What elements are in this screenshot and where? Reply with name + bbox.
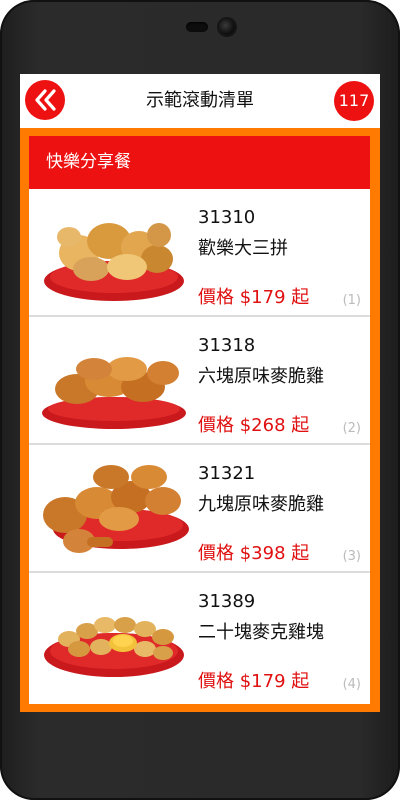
app-bar: 示範滾動清單 117 [20,74,380,128]
speaker-grille [186,22,208,32]
app-screen: 示範滾動清單 117 快樂分享餐 31310 歡樂大三拼 價格 $179 起 (… [20,74,380,712]
list-item[interactable]: 31389 二十塊麥克雞塊 價格 $179 起 (4) [29,573,370,699]
list-item[interactable]: 31321 九塊原味麥脆雞 價格 $398 起 (3) [29,445,370,573]
six-pieces-fried-chicken-image [42,357,186,429]
list-item[interactable]: 31318 六塊原味麥脆雞 價格 $268 起 (2) [29,317,370,445]
item-price: 價格 $179 起 [198,671,310,692]
item-index: (2) [342,421,361,436]
phone-chin [0,712,400,800]
twenty-chicken-nuggets-image [44,617,184,677]
back-button[interactable] [25,80,65,120]
item-code: 31389 [198,591,256,612]
item-index: (3) [342,549,361,564]
front-camera [219,19,235,35]
item-code: 31321 [198,463,256,484]
item-name: 九塊原味麥脆雞 [198,494,324,515]
item-code: 31318 [198,335,256,356]
fried-chicken-platter-image [44,223,184,301]
item-name: 六塊原味麥脆雞 [198,366,324,387]
item-price: 價格 $179 起 [198,287,310,308]
item-price: 價格 $398 起 [198,543,310,564]
phone-frame: 示範滾動清單 117 快樂分享餐 31310 歡樂大三拼 價格 $179 起 (… [0,0,400,800]
section-header: 快樂分享餐 [29,136,370,189]
item-name: 歡樂大三拼 [198,238,288,259]
item-code: 31310 [198,207,256,228]
double-chevron-left-icon [35,89,56,111]
item-index: (4) [342,677,361,692]
page-title: 示範滾動清單 [146,90,254,111]
scroll-list-panel[interactable]: 快樂分享餐 31310 歡樂大三拼 價格 $179 起 (1) 31318 六塊… [29,136,370,704]
nine-pieces-fried-chicken-image [43,465,189,553]
item-price: 價格 $268 起 [198,415,310,436]
list-item[interactable]: 31310 歡樂大三拼 價格 $179 起 (1) [29,189,370,317]
item-count-badge[interactable]: 117 [334,81,374,121]
item-index: (1) [342,293,361,308]
item-name: 二十塊麥克雞塊 [198,622,324,643]
